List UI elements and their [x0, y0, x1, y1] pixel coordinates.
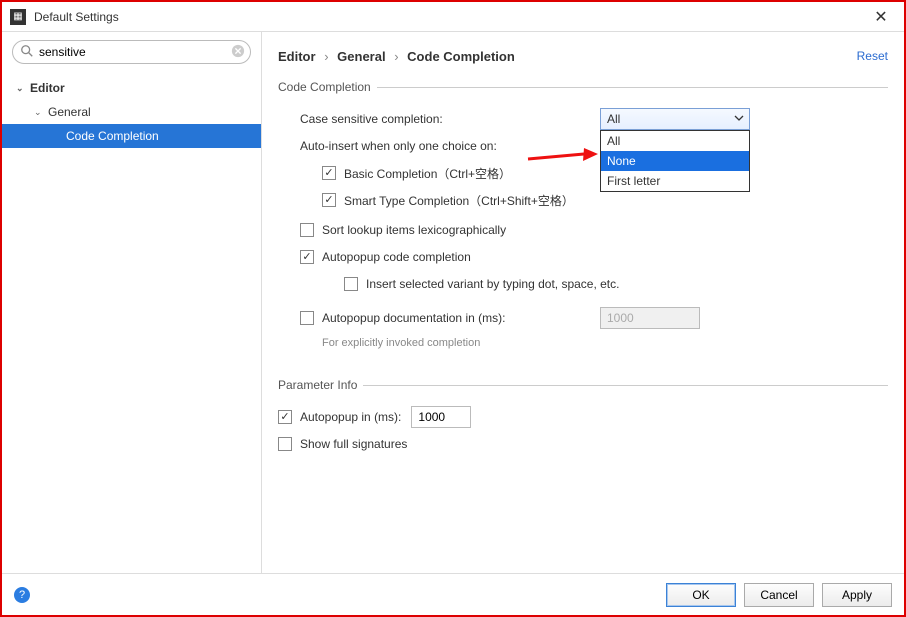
doc-hint: For explicitly invoked completion: [322, 337, 480, 349]
row-autopopup-code: Autopopup code completion: [278, 245, 888, 269]
row-auto-insert-label: Auto-insert when only one choice on:: [278, 134, 888, 158]
sort-lexi-checkbox[interactable]: [300, 223, 314, 237]
content: Editor › General › Code Completion Reset…: [262, 32, 904, 573]
sidebar: ⌄ Editor ⌄ General Code Completion: [2, 32, 262, 573]
search-input[interactable]: [12, 40, 251, 64]
autopopup-param-checkbox[interactable]: [278, 410, 292, 424]
case-sensitive-label: Case sensitive completion:: [300, 112, 443, 126]
cancel-button[interactable]: Cancel: [744, 583, 814, 607]
footer-buttons: OK Cancel Apply: [666, 583, 892, 607]
settings-window: ▦ Default Settings ✕ ⌄ Editor ⌄ General: [0, 0, 906, 617]
basic-completion-checkbox[interactable]: [322, 166, 336, 180]
row-case-sensitive: Case sensitive completion: All All None …: [278, 107, 888, 131]
tree-label: Editor: [30, 81, 65, 95]
search-icon: [20, 44, 34, 58]
parameter-info-group: Parameter Info Autopopup in (ms): Show f…: [278, 378, 888, 471]
content-header: Editor › General › Code Completion Reset: [278, 42, 888, 70]
row-insert-variant: Insert selected variant by typing dot, s…: [278, 272, 888, 296]
search-field: [12, 40, 251, 64]
close-icon[interactable]: ✕: [866, 3, 896, 31]
body: ⌄ Editor ⌄ General Code Completion Edito…: [2, 32, 904, 573]
row-doc-hint: For explicitly invoked completion: [278, 331, 888, 355]
group-legend: Parameter Info: [278, 378, 363, 392]
tree-label: Code Completion: [66, 129, 159, 143]
row-autopopup-doc: Autopopup documentation in (ms):: [278, 306, 888, 330]
code-completion-group: Code Completion Case sensitive completio…: [278, 80, 888, 370]
auto-insert-label: Auto-insert when only one choice on:: [300, 139, 497, 153]
dropdown-option-first-letter[interactable]: First letter: [601, 171, 749, 191]
autopopup-doc-input[interactable]: [600, 307, 700, 329]
breadcrumb-sep: ›: [324, 49, 328, 64]
row-autopopup-param: Autopopup in (ms):: [278, 405, 888, 429]
tree-label: General: [48, 105, 91, 119]
settings-panel: Code Completion Case sensitive completio…: [278, 70, 888, 573]
window-title: Default Settings: [34, 10, 866, 24]
ok-button[interactable]: OK: [666, 583, 736, 607]
case-sensitive-dropdown[interactable]: All All None First letter: [600, 108, 750, 130]
footer: ? OK Cancel Apply: [2, 573, 904, 615]
app-icon: ▦: [10, 9, 26, 25]
reset-link[interactable]: Reset: [857, 49, 888, 63]
smart-completion-checkbox[interactable]: [322, 193, 336, 207]
row-show-full: Show full signatures: [278, 432, 888, 456]
dropdown-list: All None First letter: [600, 130, 750, 192]
apply-button[interactable]: Apply: [822, 583, 892, 607]
dropdown-option-all[interactable]: All: [601, 131, 749, 151]
autopopup-param-input[interactable]: [411, 406, 471, 428]
autopopup-code-label: Autopopup code completion: [322, 250, 471, 264]
show-full-label: Show full signatures: [300, 437, 407, 451]
insert-variant-checkbox[interactable]: [344, 277, 358, 291]
dropdown-value: All: [607, 112, 620, 126]
breadcrumb: Editor › General › Code Completion: [278, 49, 857, 64]
tree-item-editor[interactable]: ⌄ Editor: [2, 76, 261, 100]
row-basic-completion: Basic Completion（Ctrl+空格）: [278, 161, 888, 185]
insert-variant-label: Insert selected variant by typing dot, s…: [366, 277, 619, 291]
basic-completion-label: Basic Completion（Ctrl+空格）: [344, 165, 511, 182]
row-sort-lexi: Sort lookup items lexicographically: [278, 218, 888, 242]
tree-item-code-completion[interactable]: Code Completion: [2, 124, 261, 148]
breadcrumb-seg: Editor: [278, 49, 316, 64]
help-icon[interactable]: ?: [14, 587, 30, 603]
autopopup-param-label: Autopopup in (ms):: [300, 410, 401, 424]
smart-completion-label: Smart Type Completion（Ctrl+Shift+空格）: [344, 192, 574, 209]
autopopup-doc-label: Autopopup documentation in (ms):: [322, 311, 600, 325]
sort-lexi-label: Sort lookup items lexicographically: [322, 223, 506, 237]
autopopup-doc-checkbox[interactable]: [300, 311, 314, 325]
group-legend: Code Completion: [278, 80, 377, 94]
row-smart-completion: Smart Type Completion（Ctrl+Shift+空格）: [278, 188, 888, 212]
chevron-down-icon: ⌄: [34, 107, 44, 118]
chevron-down-icon: ⌄: [16, 83, 26, 94]
autopopup-code-checkbox[interactable]: [300, 250, 314, 264]
clear-search-icon[interactable]: [231, 44, 245, 58]
settings-tree: ⌄ Editor ⌄ General Code Completion: [2, 72, 261, 573]
breadcrumb-seg: General: [337, 49, 385, 64]
chevron-down-icon: [734, 113, 744, 123]
breadcrumb-seg: Code Completion: [407, 49, 515, 64]
dropdown-option-none[interactable]: None: [601, 151, 749, 171]
breadcrumb-sep: ›: [394, 49, 398, 64]
titlebar: ▦ Default Settings ✕: [2, 2, 904, 32]
show-full-checkbox[interactable]: [278, 437, 292, 451]
tree-item-general[interactable]: ⌄ General: [2, 100, 261, 124]
